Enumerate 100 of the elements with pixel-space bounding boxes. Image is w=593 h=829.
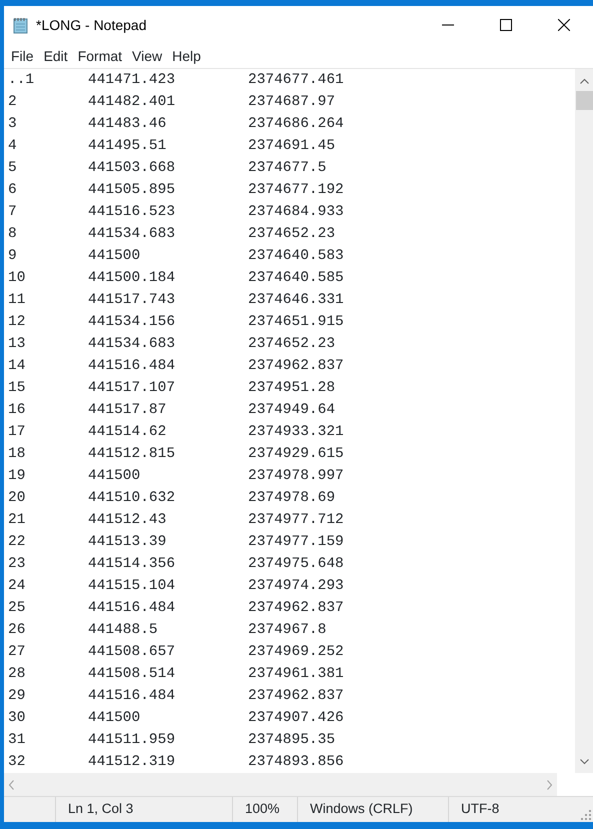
coordinate-value: 441483.46 <box>88 115 168 134</box>
point-label: 22 <box>8 533 26 552</box>
point-label: 8 <box>8 225 18 244</box>
coordinate-value: 441516.523 <box>88 203 176 222</box>
coordinate-value: 441510.632 <box>88 489 176 508</box>
coordinate-value: 2374691.45 <box>248 137 336 156</box>
coordinate-value: 441517.743 <box>88 291 176 310</box>
coordinate-value: 441515.104 <box>88 577 176 596</box>
point-label: 13 <box>8 335 26 354</box>
coordinate-value: 2374684.933 <box>248 203 344 222</box>
coordinate-value: 441488.5 <box>88 621 159 640</box>
coordinate-value: 441517.87 <box>88 401 168 420</box>
coordinate-value: 2374962.837 <box>248 687 344 706</box>
menu-item[interactable]: File <box>6 46 39 66</box>
point-label: 24 <box>8 577 26 596</box>
point-label: 26 <box>8 621 26 640</box>
coordinate-value: 441482.401 <box>88 93 176 112</box>
point-label: 16 <box>8 401 26 420</box>
point-label: 11 <box>8 291 26 310</box>
coordinate-value: 441508.657 <box>88 643 176 662</box>
scroll-thumb[interactable] <box>576 91 592 110</box>
coordinate-value: 2374978.69 <box>248 489 336 508</box>
coordinate-value: 441503.668 <box>88 159 176 178</box>
coordinate-value: 2374677.192 <box>248 181 344 200</box>
coordinate-value: 441534.683 <box>88 225 176 244</box>
scroll-down-icon <box>580 759 588 765</box>
coordinate-value: 2374677.461 <box>248 71 344 90</box>
menu-item[interactable]: Format <box>72 46 128 66</box>
coordinate-value: 441511.959 <box>88 731 176 750</box>
coordinate-value: 441471.423 <box>88 71 176 90</box>
status-text: 100% <box>232 797 297 822</box>
point-label: 29 <box>8 687 26 706</box>
coordinate-value: 2374652.23 <box>248 335 336 354</box>
coordinate-value: 441514.62 <box>88 423 168 442</box>
coordinate-value: 2374969.252 <box>248 643 344 662</box>
coordinate-value: 2374974.293 <box>248 577 344 596</box>
resize-grip-icon[interactable] <box>581 810 591 820</box>
coordinate-value: 2374895.35 <box>248 731 336 750</box>
coordinate-value: 2374977.159 <box>248 533 344 552</box>
point-label: 14 <box>8 357 26 376</box>
notepad-icon <box>12 16 30 34</box>
status-text: Ln 1, Col 3 <box>55 797 232 822</box>
coordinate-value: 2374907.426 <box>248 709 344 728</box>
menu-item[interactable]: View <box>127 46 168 66</box>
maximize-icon <box>500 19 512 31</box>
point-label: 17 <box>8 423 26 442</box>
point-label: 25 <box>8 599 26 618</box>
coordinate-value: 2374933.321 <box>248 423 344 442</box>
coordinate-value: 2374893.856 <box>248 753 344 772</box>
coordinate-value: 441513.39 <box>88 533 168 552</box>
status-text: UTF-8 <box>448 797 581 822</box>
point-label: 28 <box>8 665 26 684</box>
coordinate-value: 2374929.615 <box>248 445 344 464</box>
window-title: *LONG - Notepad <box>36 16 146 35</box>
menu-item[interactable]: Edit <box>38 46 73 66</box>
coordinate-value: 441516.484 <box>88 357 176 376</box>
point-label: 3 <box>8 115 18 134</box>
coordinate-value: 441500 <box>88 709 142 728</box>
point-label: 21 <box>8 511 26 530</box>
horizontal-scrollbar[interactable] <box>4 773 557 796</box>
scroll-right-icon <box>547 780 553 790</box>
coordinate-value: 441534.156 <box>88 313 176 332</box>
coordinate-value: 441500 <box>88 247 142 266</box>
coordinate-value: 2374652.23 <box>248 225 336 244</box>
coordinate-value: 441500.184 <box>88 269 176 288</box>
point-label: 9 <box>8 247 18 266</box>
coordinate-value: 2374949.64 <box>248 401 336 420</box>
point-label: 6 <box>8 181 18 200</box>
coordinate-value: 2374951.28 <box>248 379 336 398</box>
coordinate-value: 2374686.264 <box>248 115 344 134</box>
coordinate-value: 2374677.5 <box>248 159 326 178</box>
coordinate-value: 441512.815 <box>88 445 176 464</box>
coordinate-value: 2374977.712 <box>248 511 344 530</box>
point-label: 32 <box>8 753 26 772</box>
point-label: 4 <box>8 137 18 156</box>
coordinate-value: 2374962.837 <box>248 599 344 618</box>
coordinate-value: 441505.895 <box>88 181 176 200</box>
coordinate-value: 2374640.583 <box>248 247 344 266</box>
coordinate-value: 441508.514 <box>88 665 176 684</box>
coordinate-value: 441517.107 <box>88 379 176 398</box>
vertical-scrollbar[interactable] <box>575 69 593 773</box>
point-label: 10 <box>8 269 26 288</box>
point-label: 5 <box>8 159 18 178</box>
point-label: 20 <box>8 489 26 508</box>
coordinate-value: 441512.319 <box>88 753 176 772</box>
point-label: 31 <box>8 731 26 750</box>
coordinate-value: 2374962.837 <box>248 357 344 376</box>
point-label: 2 <box>8 93 18 112</box>
coordinate-value: 2374978.997 <box>248 467 344 486</box>
menu-item[interactable]: Help <box>167 46 206 66</box>
coordinate-value: 2374975.648 <box>248 555 344 574</box>
coordinate-value: 2374687.97 <box>248 93 336 112</box>
coordinate-value: 441516.484 <box>88 687 176 706</box>
coordinate-value: 2374961.381 <box>248 665 344 684</box>
coordinate-value: 441516.484 <box>88 599 176 618</box>
point-label: ..1 <box>8 71 36 90</box>
status-text: Windows (CRLF) <box>297 797 448 822</box>
coordinate-value: 2374646.331 <box>248 291 344 310</box>
scroll-left-icon <box>8 780 14 790</box>
point-label: 27 <box>8 643 26 662</box>
